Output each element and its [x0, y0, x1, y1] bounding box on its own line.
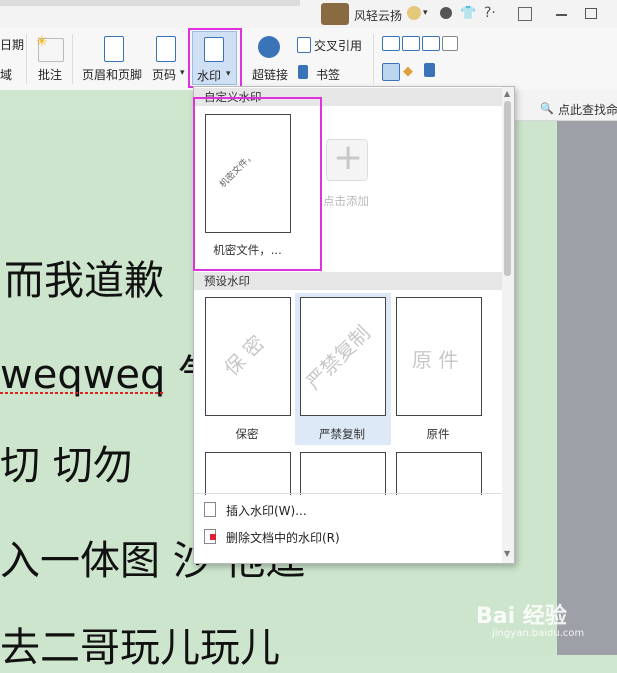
hyperlink-globe-icon: [258, 36, 280, 58]
maximize-icon[interactable]: [585, 8, 597, 19]
menu-divider: [194, 493, 502, 494]
plus-icon: +: [333, 137, 364, 178]
preset-thumb[interactable]: [396, 452, 482, 495]
preset-thumb-original[interactable]: 原 件: [396, 297, 482, 416]
eraser-icon[interactable]: ◆: [403, 64, 413, 79]
image-control-icon[interactable]: [442, 36, 458, 51]
design-mode-icon[interactable]: [382, 63, 400, 81]
avatar-face-icon[interactable]: [407, 6, 421, 20]
ribbon-divider: [26, 34, 27, 84]
preset-thumb[interactable]: [205, 452, 291, 495]
insert-watermark-icon: [204, 502, 216, 517]
dropdown-scrollbar[interactable]: ▲ ▼: [502, 87, 514, 563]
find-command-input[interactable]: 点此查找命: [558, 101, 617, 118]
ribbon-divider: [373, 34, 374, 84]
document-line: 去二哥玩儿玩儿: [0, 625, 280, 671]
bookmark-icon: [298, 65, 308, 79]
preset-watermark-header: 预设水印: [194, 272, 502, 290]
chevron-down-icon[interactable]: ▾: [180, 68, 185, 78]
lock-icon[interactable]: [424, 63, 435, 77]
remove-watermark-item[interactable]: 删除文档中的水印(R): [226, 529, 340, 546]
list-icon[interactable]: [422, 36, 440, 51]
watermark-preview-text: 严禁复制: [301, 320, 375, 395]
checkbox-icon[interactable]: [402, 36, 420, 51]
document-line: 而我道歉: [4, 258, 164, 304]
page-number-button[interactable]: 页码: [152, 66, 176, 83]
preset-label-original[interactable]: 原件: [396, 426, 480, 442]
insert-watermark-item[interactable]: 插入水印(W)...: [226, 502, 307, 519]
preset-label-no-copy[interactable]: 严禁复制: [300, 426, 384, 442]
highlight-box: [188, 28, 242, 88]
bookmark-button[interactable]: 书签: [316, 66, 340, 83]
ribbon-divider: [72, 34, 73, 84]
document-line: 切 切勿: [0, 443, 133, 489]
window-edge: [0, 0, 300, 6]
preset-thumb-confidential[interactable]: 保 密: [205, 297, 291, 416]
text-field-icon[interactable]: [382, 36, 400, 51]
spellcheck-underline: [0, 392, 165, 394]
scrollbar-thumb[interactable]: [504, 101, 511, 276]
watermark-preview-text: 原 件: [412, 348, 459, 372]
avatar[interactable]: [321, 3, 349, 25]
scroll-up-icon[interactable]: ▲: [504, 89, 510, 98]
preset-thumb[interactable]: [300, 452, 386, 495]
watermark-preview-text: 保 密: [219, 330, 270, 381]
scroll-down-icon[interactable]: ▼: [504, 549, 510, 558]
add-watermark-label[interactable]: 点击添加: [314, 193, 378, 209]
page-gutter: [557, 120, 617, 655]
shirt-icon[interactable]: 👕: [460, 6, 476, 21]
comment-button[interactable]: 批注: [38, 66, 62, 83]
cross-ref-icon: [297, 37, 311, 53]
cross-ref-button[interactable]: 交叉引用: [314, 37, 362, 54]
baidu-url: jingyan.baidu.com: [492, 628, 585, 639]
baidu-logo: Bai 经验: [476, 604, 567, 629]
search-icon[interactable]: 🔍: [540, 102, 554, 115]
skin-icon[interactable]: [440, 7, 452, 19]
page-number-icon: [156, 36, 176, 62]
header-footer-icon: [104, 36, 124, 62]
sparkle-icon: ✳: [36, 34, 48, 50]
minimize-icon[interactable]: [556, 14, 567, 16]
highlight-box: [193, 97, 322, 271]
field-button[interactable]: 域: [0, 66, 12, 83]
date-button[interactable]: 日期: [0, 36, 24, 53]
preset-thumb-no-copy[interactable]: 严禁复制: [300, 297, 386, 416]
add-watermark-button[interactable]: +: [326, 137, 368, 181]
hyperlink-button[interactable]: 超链接: [252, 66, 288, 83]
chevron-down-icon[interactable]: ▾: [423, 8, 428, 18]
remove-watermark-mark-icon: [210, 534, 216, 540]
preset-label-confidential[interactable]: 保密: [205, 426, 289, 442]
username-label[interactable]: 风轻云扬: [354, 7, 402, 24]
help-icon[interactable]: ?·: [484, 5, 496, 21]
restore-icon[interactable]: [518, 7, 532, 21]
header-footer-button[interactable]: 页眉和页脚: [82, 66, 142, 83]
